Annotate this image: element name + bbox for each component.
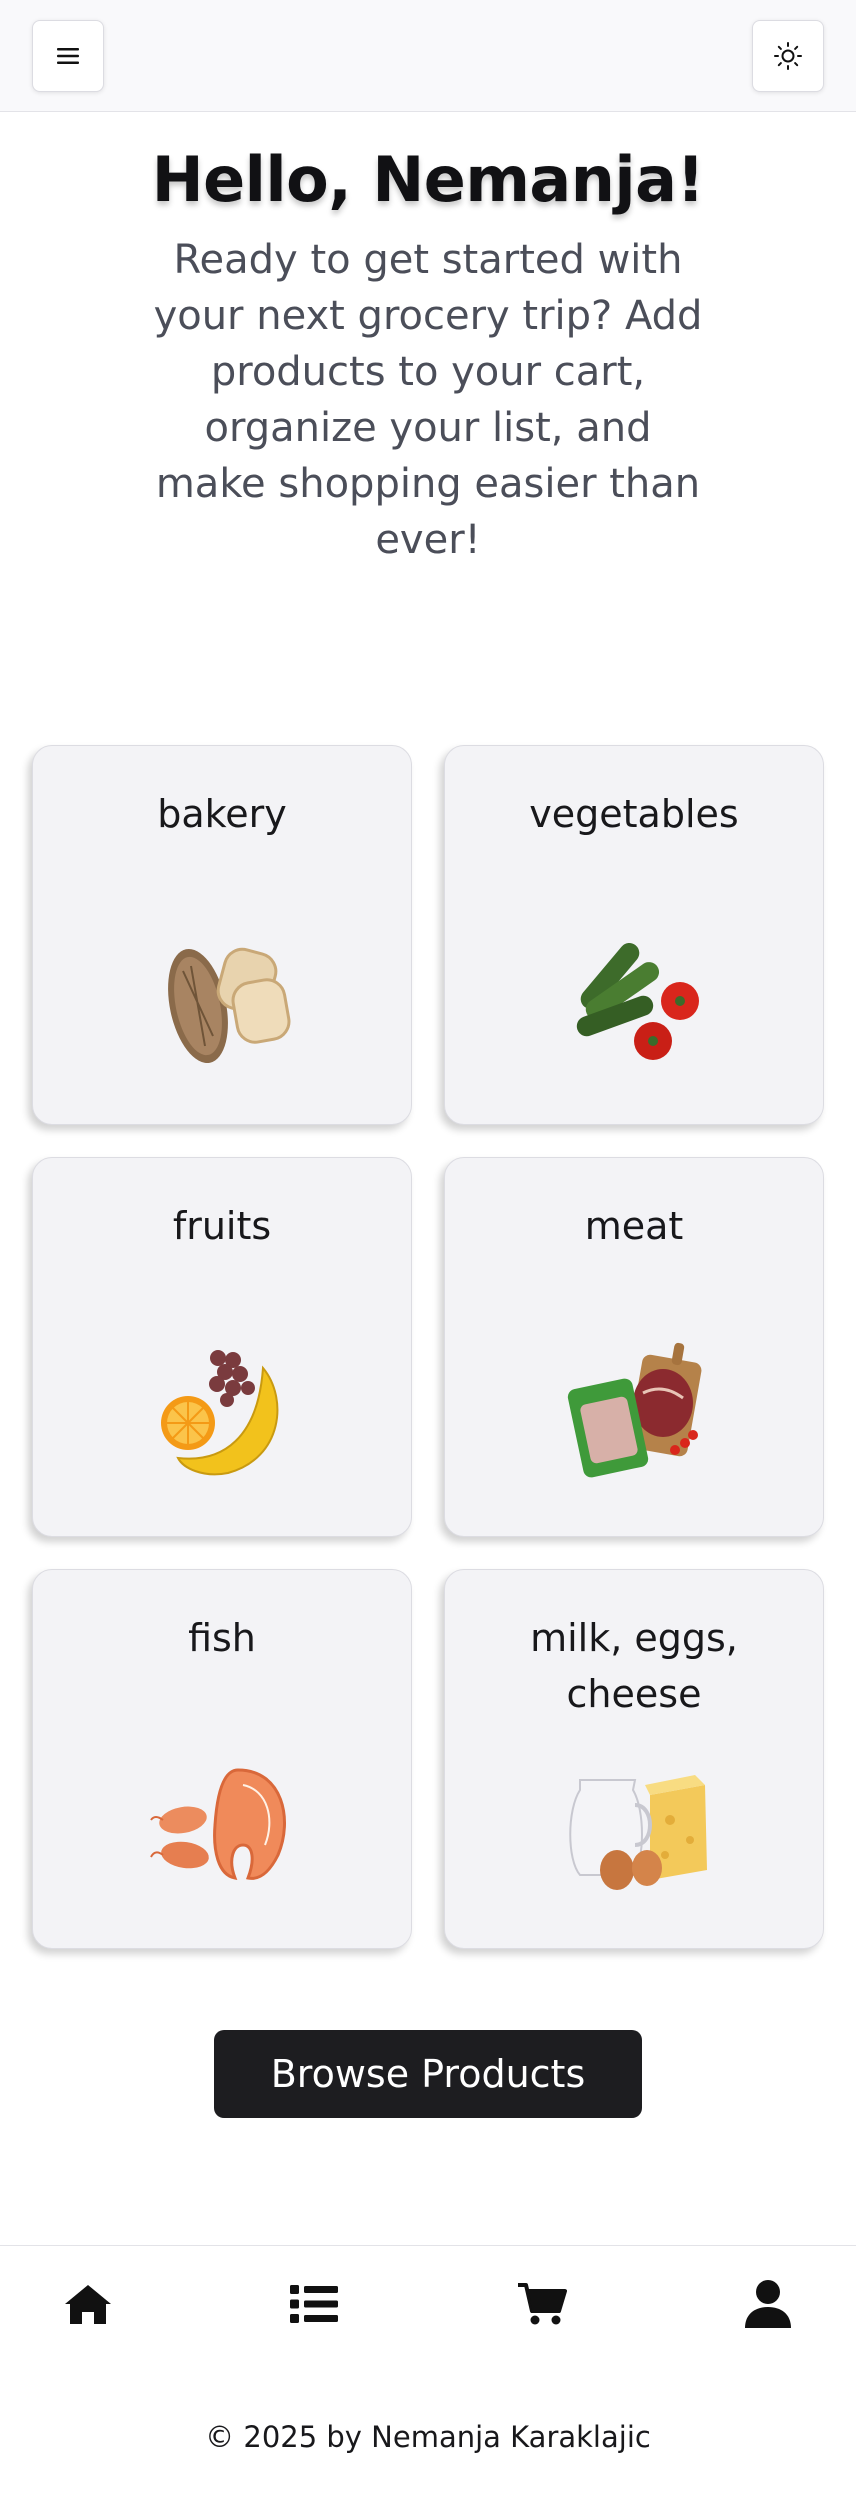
milk-eggs-cheese-image: [569, 1775, 707, 1890]
meat-steak-image: [567, 1342, 702, 1478]
footer-copyright: © 2025 by Nemanja Karaklajic: [205, 2420, 651, 2454]
cart-icon: [518, 2283, 567, 2325]
category-label: vegetables: [529, 792, 739, 836]
home-icon: [65, 2285, 111, 2324]
greeting-subtitle: Ready to get started with your next groc…: [153, 237, 703, 563]
top-bar: [0, 0, 856, 112]
menu-button[interactable]: [32, 20, 104, 92]
greeting-title: Hello, Nemanja!: [151, 143, 705, 216]
sun-icon: [774, 42, 802, 70]
category-label: bakery: [157, 792, 287, 836]
theme-toggle-button[interactable]: [752, 20, 824, 92]
category-label: fruits: [172, 1204, 272, 1248]
nav-home[interactable]: [60, 2276, 116, 2332]
nav-profile[interactable]: [740, 2276, 796, 2332]
greeting-section: Hello, Nemanja! Ready to get started wit…: [0, 140, 856, 568]
category-card-bakery[interactable]: bakery: [32, 745, 412, 1125]
category-label: fish: [188, 1616, 256, 1660]
user-icon: [745, 2280, 791, 2328]
bread-image: [168, 947, 291, 1064]
category-label: milk, eggs, cheese: [530, 1616, 738, 1716]
category-label: meat: [584, 1204, 684, 1248]
browse-products-button[interactable]: Browse Products: [214, 2030, 642, 2118]
category-card-vegetables[interactable]: vegetables: [444, 745, 824, 1125]
hamburger-menu-icon: [57, 48, 79, 64]
category-card-fish[interactable]: fish: [32, 1569, 412, 1949]
bottom-navigation: [0, 2245, 856, 2355]
salmon-shrimp-image: [150, 1768, 286, 1880]
category-card-milk-eggs-cheese[interactable]: milk, eggs, cheese: [444, 1569, 824, 1949]
cucumber-tomato-image: [576, 943, 699, 1060]
category-grid: bakery vegetables fruits meat fish milk,…: [32, 745, 824, 1949]
category-card-meat[interactable]: meat: [444, 1157, 824, 1537]
list-icon: [290, 2285, 338, 2323]
category-card-fruits[interactable]: fruits: [32, 1157, 412, 1537]
nav-list[interactable]: [286, 2276, 342, 2332]
banana-orange-grapes-image: [161, 1350, 279, 1476]
nav-cart[interactable]: [514, 2276, 570, 2332]
